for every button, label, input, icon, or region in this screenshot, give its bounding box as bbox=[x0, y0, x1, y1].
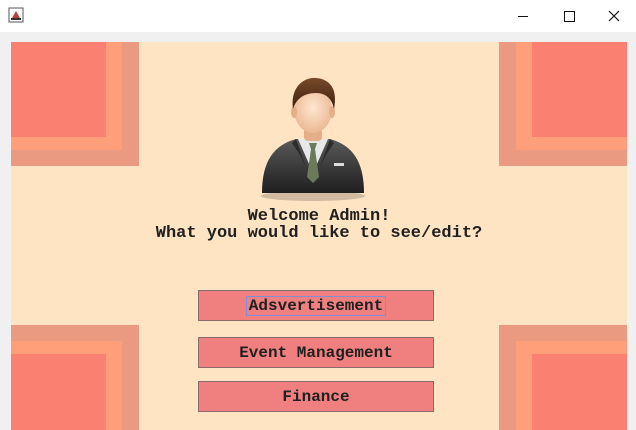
corner-decoration-bottom-left bbox=[11, 325, 139, 430]
maximize-button[interactable] bbox=[546, 0, 592, 32]
maximize-icon bbox=[563, 10, 575, 22]
java-cup-icon[interactable] bbox=[8, 7, 24, 23]
corner-decoration-top-left bbox=[11, 42, 139, 166]
finance-button[interactable]: Finance bbox=[198, 381, 434, 412]
window-frame-left bbox=[0, 32, 11, 430]
event-management-button-label: Event Management bbox=[239, 343, 393, 362]
window-frame-top bbox=[11, 32, 625, 42]
advertisement-button[interactable]: Adsvertisement bbox=[198, 290, 434, 321]
corner-decoration-bottom-right bbox=[499, 325, 627, 430]
admin-welcome-panel: Welcome Admin! What you would like to se… bbox=[11, 42, 627, 430]
businessman-avatar-icon bbox=[256, 75, 370, 201]
close-icon bbox=[608, 10, 620, 22]
title-bar[interactable] bbox=[0, 0, 636, 32]
advertisement-button-label: Adsvertisement bbox=[245, 295, 387, 316]
minimize-icon bbox=[518, 15, 528, 17]
finance-button-label: Finance bbox=[282, 387, 350, 406]
welcome-subheading: What you would like to see/edit? bbox=[155, 224, 483, 243]
event-management-button[interactable]: Event Management bbox=[198, 337, 434, 368]
corner-decoration-top-right bbox=[499, 42, 627, 166]
minimize-button[interactable] bbox=[500, 0, 546, 32]
close-button[interactable] bbox=[591, 0, 636, 32]
